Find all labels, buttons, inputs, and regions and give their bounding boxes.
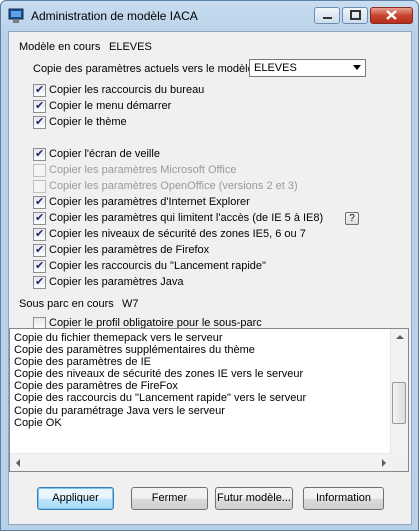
minimize-icon: [323, 17, 332, 19]
current-model-label: Modèle en cours: [19, 41, 101, 53]
title-bar[interactable]: Administration de modèle IACA: [1, 1, 418, 31]
option-checkbox[interactable]: [33, 211, 46, 225]
log-line: Copie OK: [14, 416, 62, 429]
close-window-button[interactable]: [370, 7, 413, 24]
option-label: Copier le menu démarrer: [49, 100, 172, 112]
option-checkbox[interactable]: [33, 227, 46, 241]
maximize-button[interactable]: [342, 7, 368, 24]
log-line: Copie des niveaux de sécurité des zones …: [14, 368, 304, 381]
option-label: Copier les paramètres Java: [49, 276, 184, 288]
target-model-value: ELEVES: [254, 62, 297, 74]
scroll-up-button[interactable]: [391, 329, 408, 346]
log-line: Copie du paramétrage Java vers le serveu…: [14, 404, 225, 417]
option-checkbox[interactable]: [33, 115, 46, 129]
future-model-button[interactable]: Futur modèle...: [215, 487, 293, 510]
log-line: Copie des raccourcis du "Lancement rapid…: [14, 392, 307, 405]
minimize-button[interactable]: [314, 7, 340, 24]
option-label: Copier les paramètres qui limitent l'acc…: [49, 212, 324, 224]
log-line: Copie des paramètres supplémentaires du …: [14, 344, 255, 357]
option-checkbox[interactable]: [33, 275, 46, 289]
option-checkbox[interactable]: [33, 83, 46, 97]
log-line: Copie des paramètres de IE: [14, 356, 151, 369]
option-label: Copier les paramètres OpenOffice (versio…: [49, 180, 298, 192]
apply-button[interactable]: Appliquer: [37, 487, 114, 510]
log-lines: Copie du fichier themepack vers le serve…: [14, 332, 306, 429]
option-checkbox: [33, 164, 46, 177]
arrow-up-icon: [396, 335, 404, 339]
option-label: Copier le thème: [49, 116, 127, 128]
maximize-icon: [350, 10, 361, 20]
window-title: Administration de modèle IACA: [31, 9, 198, 23]
option-checkbox[interactable]: [33, 243, 46, 257]
subpark-label: Sous parc en cours: [19, 298, 114, 310]
copy-params-label: Copie des paramètres actuels vers le mod…: [33, 63, 254, 75]
option-label: Copier les paramètres d'Internet Explore…: [49, 196, 250, 208]
option-checkbox[interactable]: [33, 99, 46, 113]
subpark-value: W7: [122, 298, 139, 310]
option-label: Copier l'écran de veille: [49, 148, 160, 160]
chevron-down-icon: [353, 65, 361, 70]
option-checkbox[interactable]: [33, 195, 46, 209]
option-checkbox[interactable]: [33, 147, 46, 161]
scroll-right-button[interactable]: [375, 454, 392, 471]
vertical-scrollbar[interactable]: [390, 329, 408, 471]
horizontal-scrollbar[interactable]: [10, 453, 392, 471]
log-line: Copie des paramètres de FireFox: [14, 380, 178, 393]
option-label: Copier les raccourcis du bureau: [49, 84, 205, 96]
log-output[interactable]: Copie du fichier themepack vers le serve…: [9, 328, 409, 472]
arrow-left-icon: [16, 459, 20, 467]
option-checkbox: [33, 180, 46, 193]
option-checkbox[interactable]: [33, 259, 46, 273]
close-button[interactable]: Fermer: [131, 487, 208, 510]
target-model-select[interactable]: ELEVES: [249, 59, 366, 77]
scroll-corner: [391, 454, 408, 471]
app-window: Administration de modèle IACA Modèle en …: [0, 0, 419, 531]
scroll-left-button[interactable]: [10, 454, 27, 471]
arrow-right-icon: [382, 459, 386, 467]
scroll-thumb[interactable]: [392, 382, 406, 424]
dialog-content: Modèle en cours ELEVES Copie des paramèt…: [8, 31, 412, 525]
help-button[interactable]: ?: [345, 212, 359, 225]
information-button[interactable]: Information: [303, 487, 384, 510]
app-icon: [8, 8, 24, 23]
log-line: Copie du fichier themepack vers le serve…: [14, 332, 223, 344]
option-label: Copier les raccourcis du "Lancement rapi…: [49, 260, 266, 272]
option-label: Copier les paramètres Microsoft Office: [49, 164, 237, 176]
option-label: Copier les paramètres de Firefox: [49, 244, 210, 256]
close-icon: [386, 10, 397, 20]
option-label: Copier les niveaux de sécurité des zones…: [49, 228, 306, 240]
current-model-value: ELEVES: [109, 41, 152, 53]
